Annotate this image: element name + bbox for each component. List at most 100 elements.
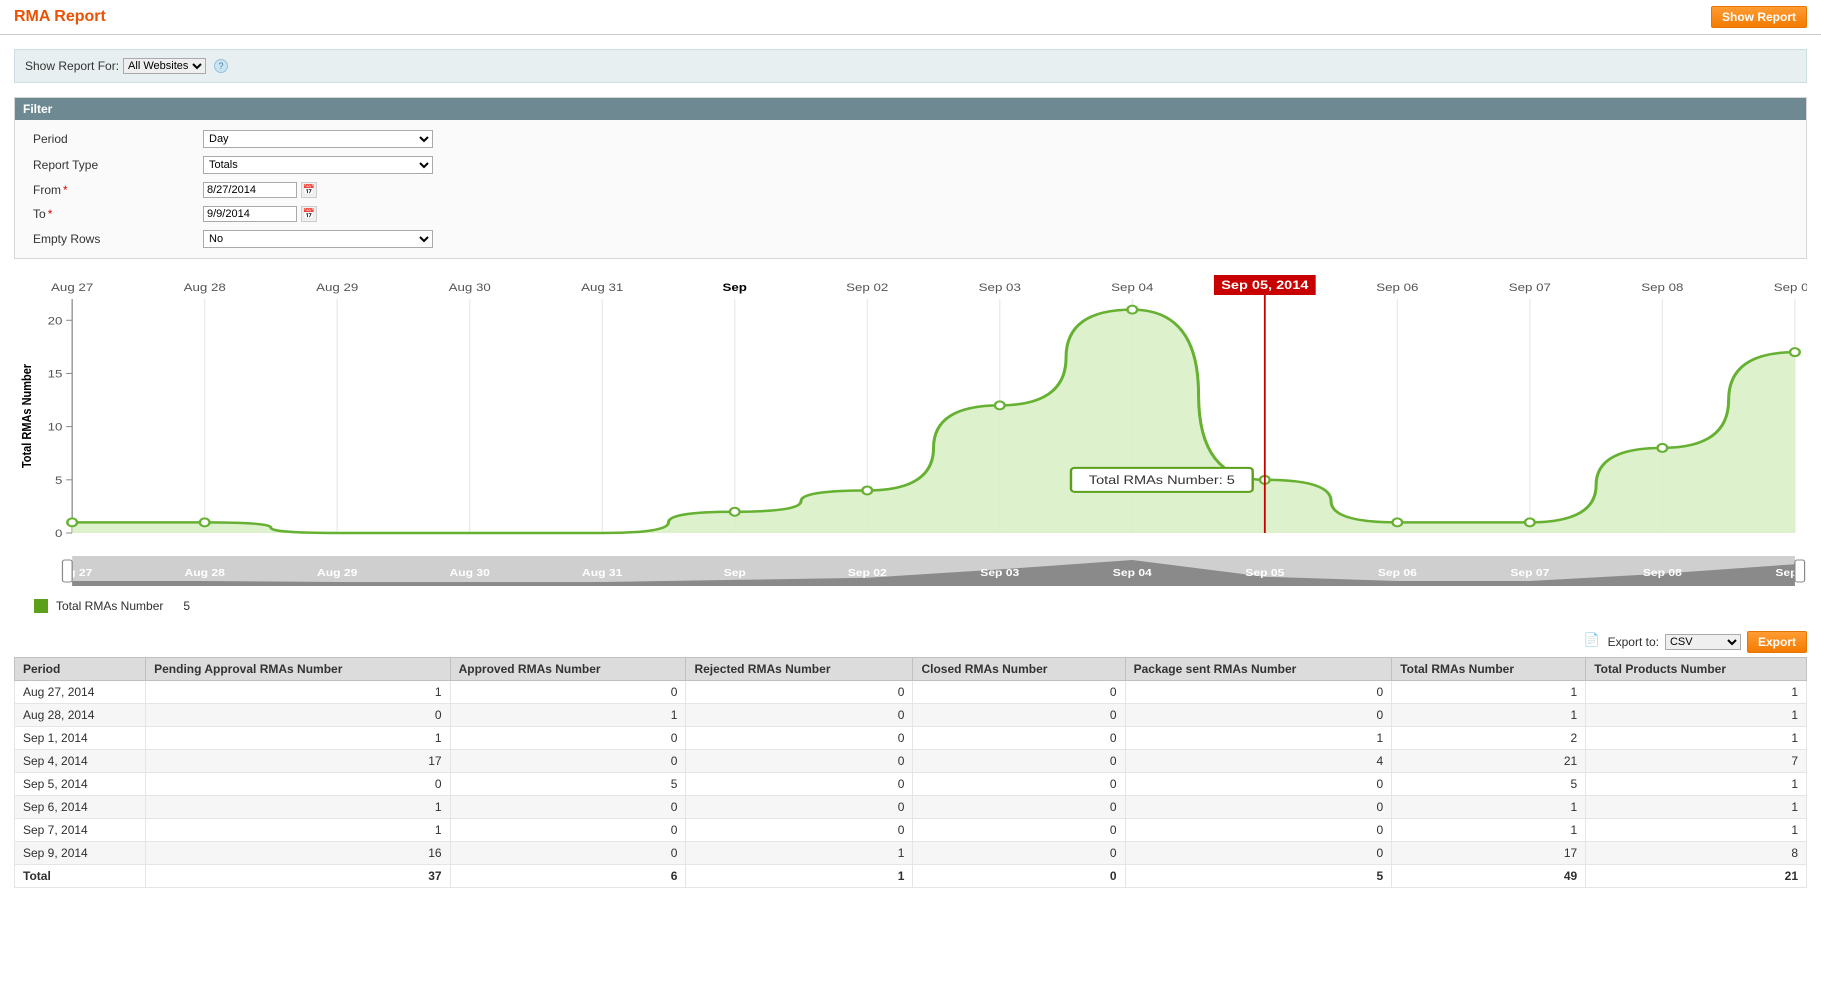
table-row: Sep 5, 20140500051 — [15, 773, 1807, 796]
total-row: Total3761054921 — [15, 865, 1807, 888]
svg-text:Aug 29: Aug 29 — [317, 568, 357, 579]
svg-text:Sep 06: Sep 06 — [1378, 568, 1417, 579]
value-cell: 21 — [1392, 750, 1586, 773]
value-cell: 5 — [1392, 773, 1586, 796]
value-cell: 1 — [1125, 727, 1392, 750]
svg-text:10: 10 — [48, 421, 63, 434]
svg-text:5: 5 — [55, 474, 63, 487]
period-cell: Sep 1, 2014 — [15, 727, 146, 750]
table-row: Sep 4, 2014170004217 — [15, 750, 1807, 773]
legend-series-name: Total RMAs Number — [56, 599, 163, 613]
report-type-select[interactable]: Totals — [203, 156, 433, 174]
total-label-cell: Total — [15, 865, 146, 888]
value-cell: 1 — [1586, 681, 1807, 704]
range-handle-right[interactable] — [1795, 560, 1805, 582]
legend-swatch — [34, 599, 48, 613]
table-row: Sep 9, 2014160100178 — [15, 842, 1807, 865]
table-row: Aug 27, 20141000011 — [15, 681, 1807, 704]
svg-text:Sep 09: Sep 09 — [1774, 281, 1807, 294]
svg-text:Sep 07: Sep 07 — [1509, 281, 1551, 294]
table-row: Aug 28, 20140100011 — [15, 704, 1807, 727]
svg-text:Total RMAs Number: Total RMAs Number — [19, 364, 34, 468]
table-row: Sep 7, 20141000011 — [15, 819, 1807, 842]
scope-bar: Show Report For: All Websites ? — [14, 49, 1807, 83]
calendar-icon[interactable]: 📅 — [301, 182, 317, 198]
svg-text:Sep 05: Sep 05 — [1245, 568, 1284, 579]
total-value-cell: 6 — [450, 865, 686, 888]
to-input[interactable] — [203, 206, 297, 222]
export-button[interactable]: Export — [1747, 631, 1807, 653]
column-header[interactable]: Package sent RMAs Number — [1125, 658, 1392, 681]
value-cell: 1 — [146, 727, 450, 750]
svg-text:Sep 08: Sep 08 — [1641, 281, 1683, 294]
scope-select[interactable]: All Websites — [123, 58, 206, 74]
value-cell: 1 — [1586, 704, 1807, 727]
svg-text:Sep 03: Sep 03 — [980, 568, 1019, 579]
help-icon[interactable]: ? — [214, 59, 228, 73]
svg-text:Sep 04: Sep 04 — [1113, 568, 1153, 579]
svg-text:Aug 28: Aug 28 — [184, 568, 224, 579]
svg-text:Aug 31: Aug 31 — [582, 568, 622, 579]
empty-rows-select[interactable]: No — [203, 230, 433, 248]
filter-header: Filter — [15, 98, 1806, 120]
total-value-cell: 5 — [1125, 865, 1392, 888]
from-input[interactable] — [203, 182, 297, 198]
legend-value: 5 — [183, 599, 190, 613]
column-header[interactable]: Rejected RMAs Number — [686, 658, 913, 681]
required-marker: * — [48, 207, 53, 221]
period-cell: Sep 5, 2014 — [15, 773, 146, 796]
empty-rows-label: Empty Rows — [33, 232, 203, 246]
svg-text:Sep: Sep — [724, 568, 746, 579]
column-header[interactable]: Pending Approval RMAs Number — [146, 658, 450, 681]
value-cell: 0 — [146, 773, 450, 796]
value-cell: 7 — [1586, 750, 1807, 773]
chart: 05101520Total RMAs NumberAug 27Aug 28Aug… — [14, 273, 1807, 613]
calendar-icon[interactable]: 📅 — [301, 206, 317, 222]
period-select[interactable]: Day — [203, 130, 433, 148]
value-cell: 0 — [450, 819, 686, 842]
value-cell: 0 — [913, 727, 1125, 750]
total-value-cell: 21 — [1586, 865, 1807, 888]
column-header[interactable]: Approved RMAs Number — [450, 658, 686, 681]
value-cell: 8 — [1586, 842, 1807, 865]
value-cell: 0 — [913, 750, 1125, 773]
column-header[interactable]: Period — [15, 658, 146, 681]
svg-text:Aug 30: Aug 30 — [449, 281, 491, 294]
column-header[interactable]: Closed RMAs Number — [913, 658, 1125, 681]
value-cell: 1 — [1392, 819, 1586, 842]
export-format-select[interactable]: CSV — [1665, 634, 1741, 650]
chart-svg: 05101520Total RMAs NumberAug 27Aug 28Aug… — [14, 273, 1807, 553]
period-cell: Aug 28, 2014 — [15, 704, 146, 727]
value-cell: 0 — [686, 704, 913, 727]
value-cell: 0 — [146, 704, 450, 727]
value-cell: 0 — [1125, 681, 1392, 704]
period-cell: Sep 6, 2014 — [15, 796, 146, 819]
value-cell: 0 — [450, 796, 686, 819]
value-cell: 4 — [1125, 750, 1392, 773]
total-value-cell: 0 — [913, 865, 1125, 888]
column-header[interactable]: Total Products Number — [1586, 658, 1807, 681]
value-cell: 0 — [913, 704, 1125, 727]
value-cell: 0 — [450, 750, 686, 773]
show-report-button[interactable]: Show Report — [1711, 6, 1807, 28]
period-cell: Sep 4, 2014 — [15, 750, 146, 773]
range-handle-left[interactable] — [62, 560, 72, 582]
svg-text:Total RMAs Number: 5: Total RMAs Number: 5 — [1089, 473, 1235, 487]
value-cell: 5 — [450, 773, 686, 796]
value-cell: 0 — [686, 750, 913, 773]
column-header[interactable]: Total RMAs Number — [1392, 658, 1586, 681]
value-cell: 0 — [913, 773, 1125, 796]
svg-text:Sep 08: Sep 08 — [1643, 568, 1682, 579]
required-marker: * — [63, 183, 68, 197]
value-cell: 1 — [1392, 796, 1586, 819]
value-cell: 0 — [450, 727, 686, 750]
total-value-cell: 1 — [686, 865, 913, 888]
mini-chart-svg[interactable]: Aug 27Aug 28Aug 29Aug 30Aug 31SepSep 02S… — [14, 556, 1807, 586]
value-cell: 1 — [1586, 727, 1807, 750]
value-cell: 1 — [1586, 773, 1807, 796]
value-cell: 0 — [1125, 773, 1392, 796]
value-cell: 1 — [686, 842, 913, 865]
page-title: RMA Report — [14, 8, 106, 26]
value-cell: 1 — [1392, 704, 1586, 727]
svg-text:Aug 30: Aug 30 — [450, 568, 490, 579]
